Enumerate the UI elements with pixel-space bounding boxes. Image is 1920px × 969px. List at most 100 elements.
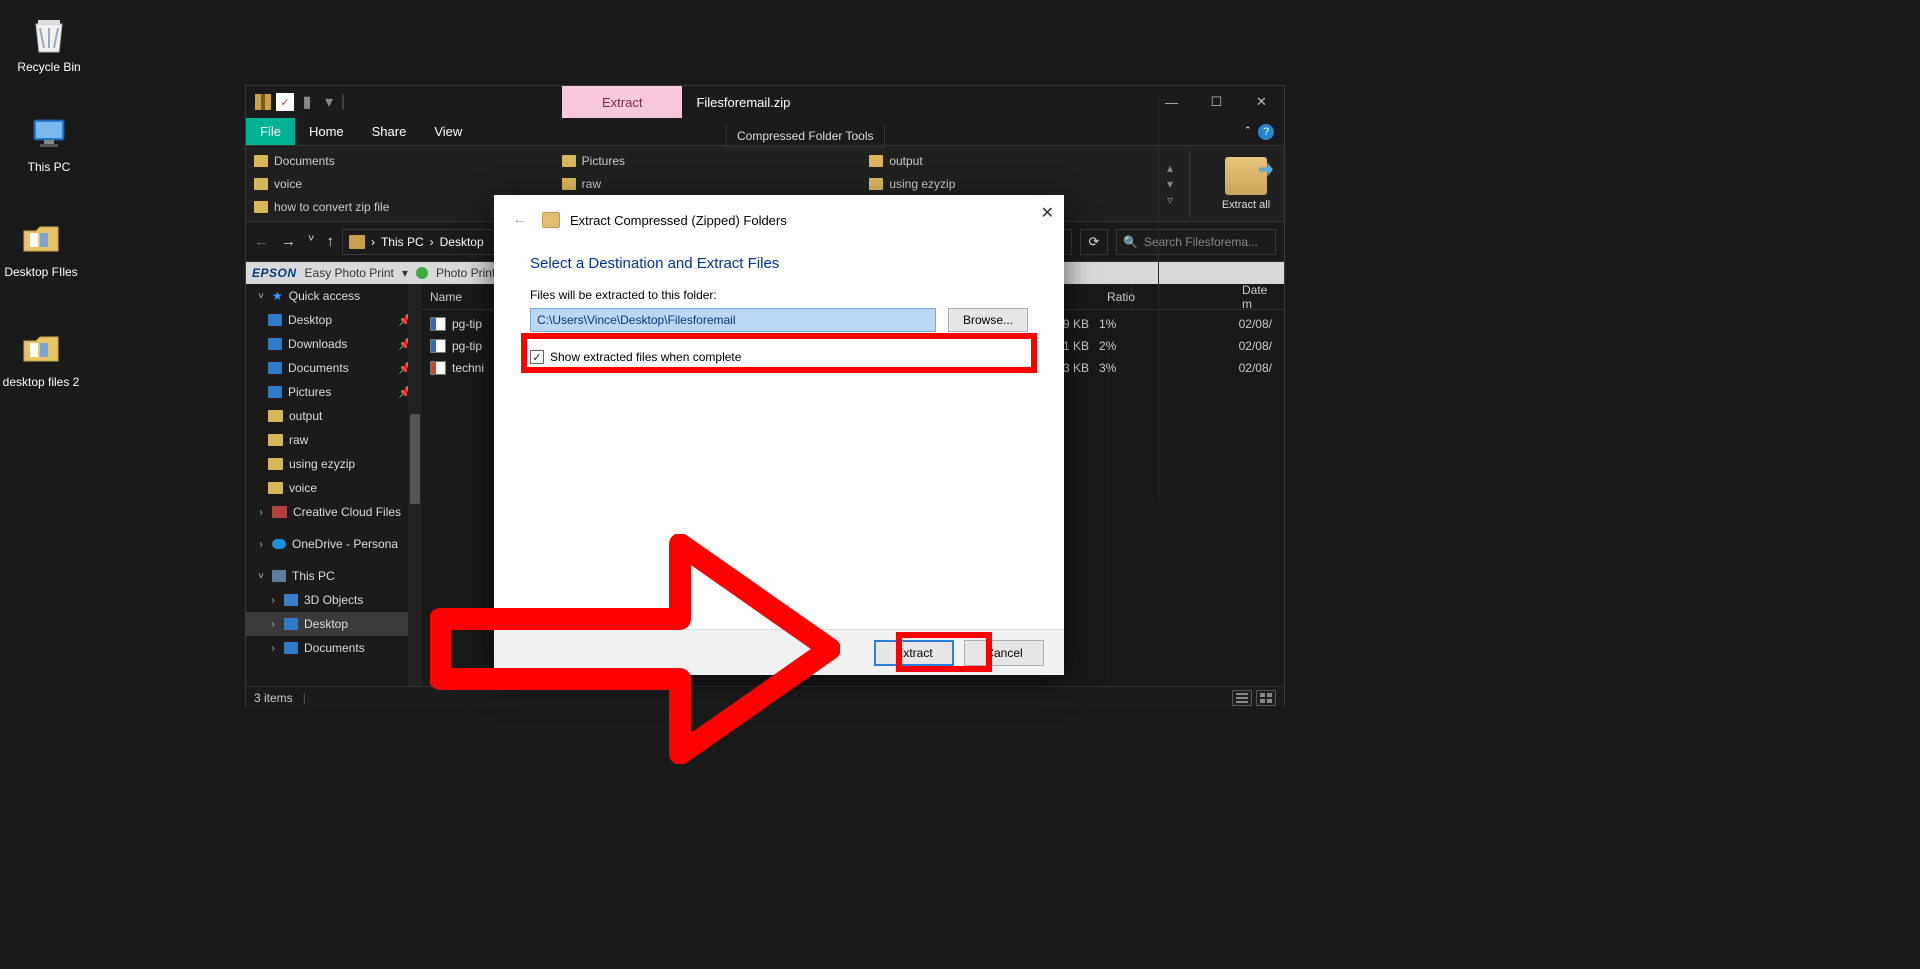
navpane-this-pc[interactable]: ˅This PC <box>246 564 422 588</box>
navpane-using-ezyzip[interactable]: using ezyzip <box>246 452 422 476</box>
folder-icon <box>562 178 576 190</box>
column-header-date[interactable]: Date m <box>1234 96 1284 498</box>
ribbon-tab-file[interactable]: File <box>246 118 295 145</box>
navpane-desktop-2[interactable]: ›Desktop <box>246 612 422 636</box>
app-icon <box>254 93 272 111</box>
dialog-back-button[interactable]: ← <box>512 211 528 229</box>
view-details-icon[interactable] <box>1232 690 1252 706</box>
breadcrumb-this-pc[interactable]: This PC <box>381 235 424 249</box>
cancel-button[interactable]: Cancel <box>964 640 1044 666</box>
navpane-scrollbar[interactable] <box>408 284 422 686</box>
desktop-icon-label: Recycle Bin <box>17 60 80 74</box>
epson-photo-print[interactable]: Photo Print <box>436 266 495 280</box>
dropdown-icon[interactable]: ▾ <box>402 266 408 280</box>
3d-objects-icon <box>284 594 298 606</box>
zip-folder-icon <box>542 212 560 228</box>
recycle-bin-icon <box>26 10 72 56</box>
ribbon-divider <box>1189 150 1190 217</box>
desktop-icon-desktop-files[interactable]: Desktop FIles <box>0 215 82 279</box>
folder-icon <box>869 178 883 190</box>
window-title: Filesforemail.zip <box>682 86 804 118</box>
scrollbar-thumb[interactable] <box>410 414 420 504</box>
contextual-tab-extract[interactable]: Extract <box>562 86 682 118</box>
navpane-onedrive[interactable]: ›OneDrive - Persona <box>246 532 422 556</box>
dialog-footer: Extract Cancel <box>494 629 1064 675</box>
this-pc-icon <box>272 570 286 582</box>
breadcrumb-sep: › <box>371 235 375 249</box>
navpane-creative-cloud[interactable]: ›Creative Cloud Files <box>246 500 422 524</box>
window-maximize-button[interactable]: ☐ <box>1194 86 1239 118</box>
folder-icon <box>254 155 268 167</box>
navpane-3d-objects[interactable]: ›3D Objects <box>246 588 422 612</box>
qat-divider: | <box>342 93 344 111</box>
folder-icon <box>268 458 283 470</box>
this-pc-icon <box>26 110 72 156</box>
navpane-desktop[interactable]: Desktop📌 <box>246 308 422 332</box>
desktop-icon-this-pc[interactable]: This PC <box>8 110 90 174</box>
ribbon-dest-item[interactable]: Documents <box>254 150 544 172</box>
browse-button[interactable]: Browse... <box>948 308 1028 332</box>
creative-cloud-icon <box>272 506 287 518</box>
desktop-icon-label: Desktop FIles <box>4 265 77 279</box>
epson-easy-photo-print[interactable]: Easy Photo Print <box>305 266 394 280</box>
epson-logo: EPSON <box>252 266 297 280</box>
qat-check-icon[interactable]: ✓ <box>276 93 294 111</box>
dialog-header: ← Extract Compressed (Zipped) Folders <box>494 195 1064 229</box>
folder-icon <box>869 155 883 167</box>
folder-icon <box>18 325 64 371</box>
desktop-icon-desktop-files-2[interactable]: desktop files 2 <box>0 325 82 389</box>
ribbon-dest-item[interactable]: raw <box>562 173 852 195</box>
folder-icon <box>18 215 64 261</box>
ribbon-dest-item[interactable]: Pictures <box>562 150 852 172</box>
dialog-header-text: Extract Compressed (Zipped) Folders <box>570 213 787 228</box>
navpane-documents[interactable]: Documents📌 <box>246 356 422 380</box>
word-doc-icon <box>430 339 446 353</box>
show-extracted-checkbox[interactable]: ✓ <box>530 350 544 364</box>
nav-recent-button[interactable]: ˅ <box>308 233 314 250</box>
pictures-icon <box>268 386 282 398</box>
status-bar: 3 items | <box>246 686 1284 708</box>
breadcrumb-desktop[interactable]: Desktop <box>440 235 484 249</box>
navpane-downloads[interactable]: Downloads📌 <box>246 332 422 356</box>
destination-path-input[interactable] <box>530 308 936 332</box>
ribbon-dest-item[interactable]: voice <box>254 173 544 195</box>
view-large-icon[interactable] <box>1256 690 1276 706</box>
navpane-documents-2[interactable]: ›Documents <box>246 636 422 660</box>
folder-icon <box>268 482 283 494</box>
navpane-pictures[interactable]: Pictures📌 <box>246 380 422 404</box>
column-header-ratio[interactable]: Ratio <box>1099 96 1159 498</box>
navpane-output[interactable]: output <box>246 404 422 428</box>
navpane-quick-access[interactable]: ˅★Quick access <box>246 284 422 308</box>
powerpoint-icon <box>430 361 446 375</box>
dialog-subtitle: Files will be extracted to this folder: <box>494 280 1064 308</box>
navigation-pane: ˅★Quick access Desktop📌 Downloads📌 Docum… <box>246 284 422 686</box>
show-extracted-label: Show extracted files when complete <box>550 350 741 364</box>
downloads-icon <box>268 338 282 350</box>
ribbon-tab-view[interactable]: View <box>420 118 476 145</box>
folder-icon <box>268 434 283 446</box>
extract-button[interactable]: Extract <box>874 640 954 666</box>
ribbon-gallery-scroll[interactable]: ▴▾▿ <box>1159 150 1181 217</box>
dialog-close-button[interactable]: ✕ <box>1041 203 1054 223</box>
documents-icon <box>284 642 298 654</box>
word-doc-icon <box>430 317 446 331</box>
qat-dropdown-icon[interactable]: ▾ <box>320 93 338 111</box>
folder-icon <box>562 155 576 167</box>
qat-folder-icon[interactable]: ▮ <box>298 93 316 111</box>
desktop-icon-recycle-bin[interactable]: Recycle Bin <box>8 10 90 74</box>
nav-back-button[interactable]: ← <box>254 233 269 250</box>
ribbon-tab-share[interactable]: Share <box>358 118 421 145</box>
desktop-icon-label: This PC <box>28 160 71 174</box>
documents-icon <box>268 362 282 374</box>
epson-status-icon <box>416 267 428 279</box>
nav-up-button[interactable]: ↑ <box>326 233 334 250</box>
ribbon-tab-home[interactable]: Home <box>295 118 358 145</box>
navpane-raw[interactable]: raw <box>246 428 422 452</box>
navpane-voice[interactable]: voice <box>246 476 422 500</box>
desktop-icon <box>284 618 298 630</box>
breadcrumb-sep: › <box>430 235 434 249</box>
nav-forward-button[interactable]: → <box>281 233 296 250</box>
status-item-count: 3 items <box>254 691 293 705</box>
folder-icon <box>268 410 283 422</box>
extract-dialog: ✕ ← Extract Compressed (Zipped) Folders … <box>494 195 1064 675</box>
